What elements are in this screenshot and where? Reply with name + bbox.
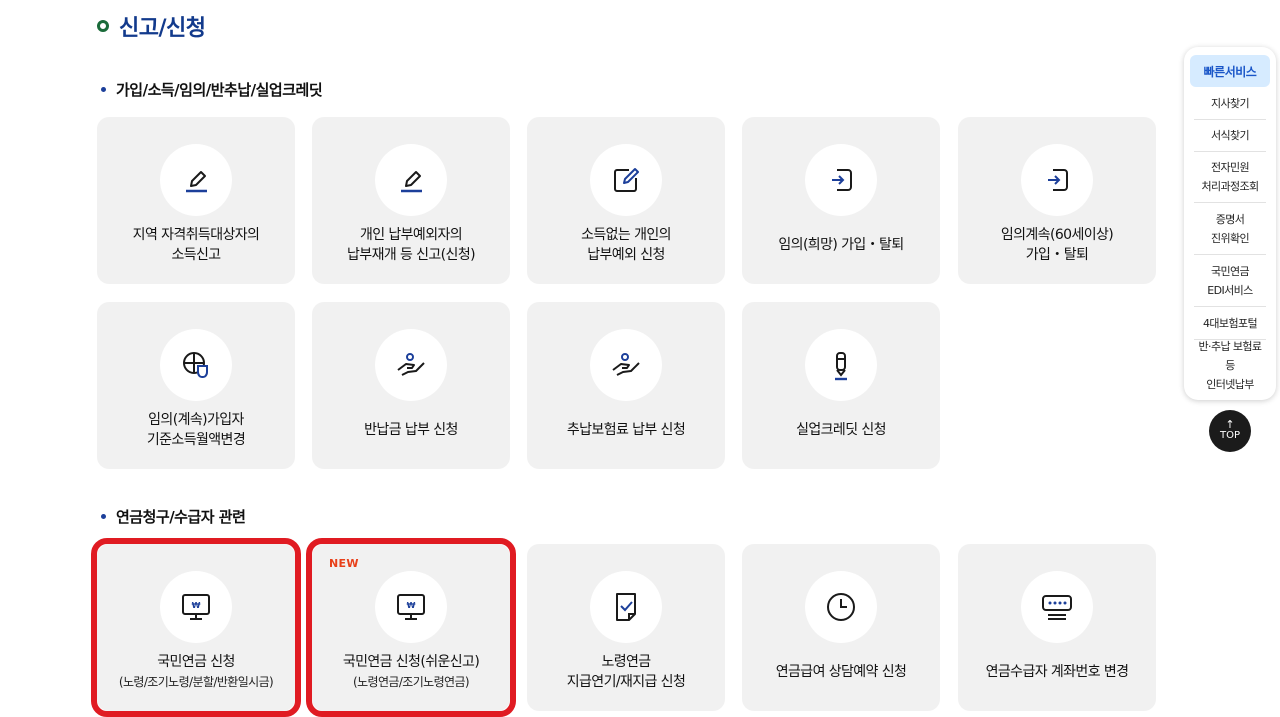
quick-item-civil-complaint-status[interactable]: 전자민원 처리과정조회 bbox=[1194, 152, 1266, 203]
card-consultation-reservation[interactable]: 연금급여 상담예약 신청 bbox=[742, 544, 940, 711]
card-national-pension-apply[interactable]: ₩ 국민연금 신청 (노령/조기노령/분할/반환일시금) bbox=[91, 538, 301, 717]
pencil-icon bbox=[160, 144, 232, 216]
card-label-line1: 소득없는 개인의 bbox=[581, 227, 671, 243]
card-label-line2: 납부예외 신청 bbox=[587, 247, 665, 263]
svg-text:₩: ₩ bbox=[407, 601, 416, 610]
top-button-label: TOP bbox=[1219, 430, 1240, 441]
scroll-top-button[interactable]: ↑ TOP bbox=[1209, 410, 1251, 452]
quick-item-certificate-verify[interactable]: 증명서 진위확인 bbox=[1194, 203, 1266, 255]
card-regional-income-report[interactable]: 지역 자격취득대상자의 소득신고 bbox=[97, 117, 295, 284]
globe-shield-icon bbox=[160, 329, 232, 401]
card-label-line1: 반납금 납부 신청 bbox=[364, 422, 458, 438]
document-check-icon bbox=[590, 571, 662, 643]
monitor-won-icon: ₩ bbox=[160, 571, 232, 643]
card-account-number-change[interactable]: 연금수급자 계좌번호 변경 bbox=[958, 544, 1156, 711]
card-label-line2: 기준소득월액변경 bbox=[146, 432, 246, 448]
card-label-line1: 임의계속(60세이상) bbox=[1000, 227, 1114, 243]
pen-icon bbox=[805, 329, 877, 401]
quick-item-online-payment[interactable]: 반·추납 보험료등 인터넷납부 bbox=[1194, 340, 1266, 391]
section-heading-pension-claim: 연금청구/수급자 관련 bbox=[101, 506, 246, 527]
password-device-icon bbox=[1021, 571, 1093, 643]
new-badge: NEW bbox=[329, 557, 359, 570]
card-label-line1: 추납보험료 납부 신청 bbox=[566, 422, 686, 438]
login-icon bbox=[805, 144, 877, 216]
quick-service-panel: 빠른서비스 지사찾기 서식찾기 전자민원 처리과정조회 증명서 진위확인 국민연금 E… bbox=[1184, 47, 1276, 400]
monitor-won-icon: ₩ bbox=[375, 571, 447, 643]
pencil-icon bbox=[375, 144, 447, 216]
card-label-line1: 연금급여 상담예약 신청 bbox=[775, 664, 907, 680]
svg-text:₩: ₩ bbox=[192, 601, 201, 610]
card-label-line1: 지역 자격취득대상자의 bbox=[132, 227, 260, 243]
card-label-line1: 개인 납부예외자의 bbox=[359, 227, 463, 243]
hand-payment-icon bbox=[375, 329, 447, 401]
quick-item-edi-service[interactable]: 국민연금 EDI서비스 bbox=[1194, 255, 1266, 307]
card-payment-exemption[interactable]: 소득없는 개인의 납부예외 신청 bbox=[527, 117, 725, 284]
card-label-line2: 지급연기/재지급 신청 bbox=[566, 674, 686, 690]
card-old-age-pension-deferral[interactable]: 노령연금 지급연기/재지급 신청 bbox=[527, 544, 725, 711]
quick-item-branch-finder[interactable]: 지사찾기 bbox=[1194, 87, 1266, 120]
clock-icon bbox=[805, 571, 877, 643]
card-label-sub: (노령/조기노령/분할/반환일시금) bbox=[118, 675, 274, 689]
quick-service-title[interactable]: 빠른서비스 bbox=[1190, 55, 1270, 87]
card-national-pension-easy-apply[interactable]: NEW ₩ 국민연금 신청(쉬운신고) (노령연금/조기노령연금) bbox=[306, 538, 516, 717]
edit-box-icon bbox=[590, 144, 662, 216]
bullet-icon bbox=[101, 87, 106, 92]
card-continued-voluntary[interactable]: 임의계속(60세이상) 가입・탈퇴 bbox=[958, 117, 1156, 284]
bullet-icon bbox=[101, 514, 106, 519]
card-label-sub: (노령연금/조기노령연금) bbox=[352, 675, 470, 689]
page-title-text: 신고/신청 bbox=[119, 16, 206, 41]
login-icon bbox=[1021, 144, 1093, 216]
card-refund-payment[interactable]: 반납금 납부 신청 bbox=[312, 302, 510, 469]
page-title: 신고/신청 bbox=[97, 10, 206, 42]
card-resume-payment[interactable]: 개인 납부예외자의 납부재개 등 신고(신청) bbox=[312, 117, 510, 284]
card-unemployment-credit[interactable]: 실업크레딧 신청 bbox=[742, 302, 940, 469]
hand-payment-icon bbox=[590, 329, 662, 401]
card-label-line1: 임의(희망) 가입・탈퇴 bbox=[778, 237, 904, 253]
quick-item-form-finder[interactable]: 서식찾기 bbox=[1194, 120, 1266, 152]
card-label-line1: 임의(계속)가입자 bbox=[148, 412, 244, 428]
card-voluntary-join-leave[interactable]: 임의(희망) 가입・탈퇴 bbox=[742, 117, 940, 284]
section-heading-enrollment: 가입/소득/임의/반추납/실업크레딧 bbox=[101, 79, 323, 100]
arrow-up-icon: ↑ bbox=[1225, 418, 1235, 431]
quick-item-four-insurance-portal[interactable]: 4대보험포털 bbox=[1194, 307, 1266, 340]
card-label-line1: 국민연금 신청(쉬운신고) bbox=[342, 654, 480, 670]
card-label-line1: 실업크레딧 신청 bbox=[796, 422, 886, 438]
card-label-line1: 국민연금 신청 bbox=[157, 654, 235, 670]
card-label-line2: 소득신고 bbox=[171, 247, 221, 263]
card-label-line1: 연금수급자 계좌번호 변경 bbox=[985, 664, 1129, 680]
card-standard-income-change[interactable]: 임의(계속)가입자 기준소득월액변경 bbox=[97, 302, 295, 469]
card-label-line2: 납부재개 등 신고(신청) bbox=[347, 247, 476, 263]
card-label-line1: 노령연금 bbox=[601, 654, 651, 670]
card-label-line2: 가입・탈퇴 bbox=[1025, 247, 1089, 263]
title-ring-icon bbox=[97, 20, 109, 32]
card-supplementary-payment[interactable]: 추납보험료 납부 신청 bbox=[527, 302, 725, 469]
